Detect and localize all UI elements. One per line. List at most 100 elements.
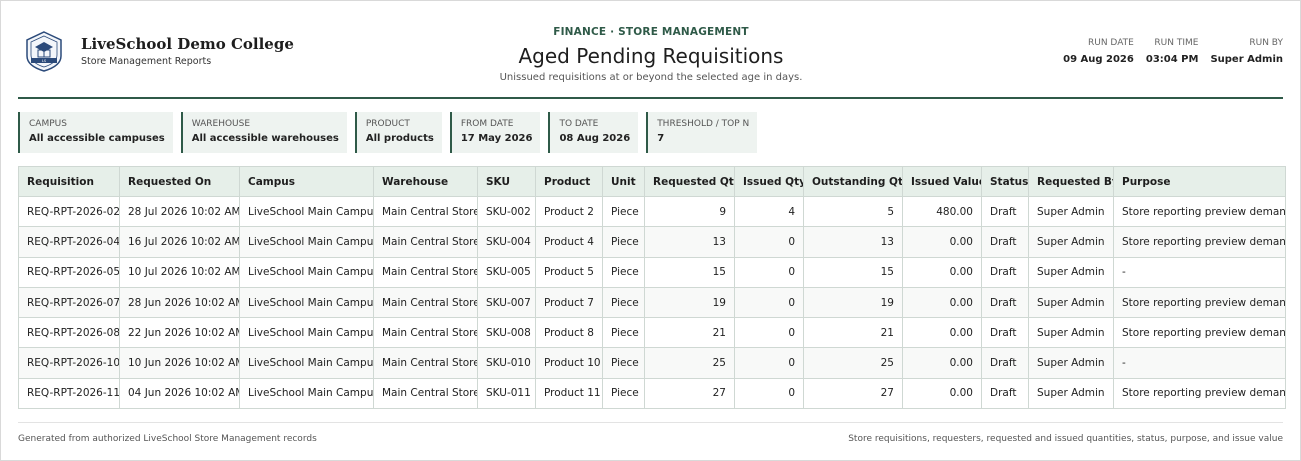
run-by-value: Super Admin — [1210, 54, 1283, 65]
table-row: REQ-RPT-2026-02 28 Jul 2026 10:02 AM LiveS… — [18, 195, 1286, 228]
cell-issued-qty: 4 — [734, 195, 804, 228]
cell-status: Draft — [981, 317, 1029, 349]
cell-sku: SKU-010 — [477, 347, 536, 379]
column-header-sku: SKU — [477, 166, 536, 197]
cell-campus: LiveSchool Main Campus — [239, 286, 374, 319]
cell-product: Product 5 — [535, 256, 603, 288]
cell-issued-qty: 0 — [734, 226, 804, 258]
cell-sku: SKU-005 — [477, 256, 536, 288]
cell-purpose: Store reporting preview demand — [1113, 377, 1286, 410]
column-header-outstanding-qty: Outstanding Qty — [803, 166, 903, 197]
cell-unit: Piece — [602, 195, 645, 228]
cell-unit: Piece — [602, 377, 645, 410]
cell-product: Product 7 — [535, 286, 603, 319]
cell-purpose: - — [1113, 347, 1286, 379]
filter-label: FROM DATE — [460, 119, 514, 129]
cell-requested-by: Super Admin — [1028, 286, 1114, 319]
column-header-requested-qty: Requested Qty — [644, 166, 735, 197]
cell-status: Draft — [981, 226, 1029, 258]
cell-issued-qty: 0 — [734, 286, 804, 319]
cell-warehouse: Main Central Store — [373, 195, 478, 228]
cell-product: Product 8 — [535, 317, 603, 349]
table-row: REQ-RPT-2026-07 28 Jun 2026 10:02 AM LiveS… — [18, 286, 1286, 319]
table-row: REQ-RPT-2026-11 04 Jun 2026 10:02 AM LiveS… — [18, 377, 1286, 410]
run-time-label: RUN TIME — [1154, 38, 1199, 48]
cell-purpose: - — [1113, 256, 1286, 288]
cell-requested-on: 10 Jun 2026 10:02 AM — [119, 347, 240, 379]
cell-requested-by: Super Admin — [1028, 347, 1114, 379]
table-row: REQ-RPT-2026-08 22 Jun 2026 10:02 AM LiveS… — [18, 317, 1286, 349]
cell-requested-on: 28 Jul 2026 10:02 AM — [119, 195, 240, 228]
table-header-row: Requisition Requested On Campus Warehouse SK… — [18, 166, 1286, 197]
cell-issued-qty: 0 — [734, 347, 804, 379]
college-crest-icon: LS — [24, 30, 64, 72]
column-header-warehouse: Warehouse — [373, 166, 478, 197]
column-header-requested-by: Requested By — [1028, 166, 1114, 197]
cell-outstanding-qty: 15 — [803, 256, 903, 288]
cell-requested-on: 16 Jul 2026 10:02 AM — [119, 226, 240, 258]
requisitions-table: Requisition Requested On Campus Warehouse SK… — [18, 166, 1286, 410]
cell-outstanding-qty: 5 — [803, 195, 903, 228]
filter-campus: CAMPUS All accessible campuses — [18, 112, 173, 153]
filter-value: All products — [365, 133, 434, 144]
cell-issued-value: 0.00 — [902, 286, 982, 319]
run-by: RUN BY Super Admin — [1210, 38, 1283, 65]
filter-value: 17 May 2026 — [460, 133, 533, 144]
report-subtitle: Unissued requisitions at or beyond the s… — [499, 72, 803, 83]
report-title: Aged Pending Requisitions — [518, 44, 784, 68]
cell-outstanding-qty: 21 — [803, 317, 903, 349]
column-header-unit: Unit — [602, 166, 645, 197]
filter-value: All accessible campuses — [29, 133, 165, 144]
filter-label: PRODUCT — [365, 119, 410, 129]
requisitions-table-wrap: Requisition Requested On Campus Warehouse SK… — [18, 166, 1286, 410]
filter-threshold: THRESHOLD / TOP N 7 — [646, 112, 758, 153]
cell-requested-qty: 27 — [644, 377, 735, 410]
report-page: LS LiveSchool Demo College Store Managem… — [0, 0, 1301, 461]
svg-text:LS: LS — [42, 59, 47, 63]
cell-requested-by: Super Admin — [1028, 195, 1114, 228]
cell-requested-by: Super Admin — [1028, 317, 1114, 349]
cell-requested-on: 10 Jul 2026 10:02 AM — [119, 256, 240, 288]
cell-issued-value: 480.00 — [902, 195, 982, 228]
cell-campus: LiveSchool Main Campus — [239, 377, 374, 410]
cell-outstanding-qty: 25 — [803, 347, 903, 379]
cell-sku: SKU-008 — [477, 317, 536, 349]
cell-outstanding-qty: 19 — [803, 286, 903, 319]
footer-scope-note: Store requisitions, requesters, requeste… — [848, 434, 1283, 444]
cell-issued-value: 0.00 — [902, 256, 982, 288]
college-name: LiveSchool Demo College — [81, 35, 294, 53]
cell-requested-qty: 9 — [644, 195, 735, 228]
cell-status: Draft — [981, 347, 1029, 379]
cell-unit: Piece — [602, 226, 645, 258]
cell-product: Product 4 — [535, 226, 603, 258]
cell-purpose: Store reporting preview demand — [1113, 317, 1286, 349]
cell-requested-qty: 25 — [644, 347, 735, 379]
table-row: REQ-RPT-2026-05 10 Jul 2026 10:02 AM LiveS… — [18, 256, 1286, 288]
filter-warehouse: WAREHOUSE All accessible warehouses — [180, 112, 347, 153]
report-eyebrow: FINANCE · STORE MANAGEMENT — [553, 26, 749, 38]
run-time: RUN TIME 03:04 PM — [1146, 38, 1199, 65]
cell-warehouse: Main Central Store — [373, 286, 478, 319]
cell-unit: Piece — [602, 347, 645, 379]
cell-outstanding-qty: 13 — [803, 226, 903, 258]
cell-issued-value: 0.00 — [902, 377, 982, 410]
cell-requested-qty: 13 — [644, 226, 735, 258]
cell-sku: SKU-002 — [477, 195, 536, 228]
filter-label: WAREHOUSE — [191, 119, 251, 129]
cell-warehouse: Main Central Store — [373, 317, 478, 349]
filter-value: All accessible warehouses — [191, 133, 339, 144]
cell-requisition: REQ-RPT-2026-02 — [18, 195, 120, 228]
cell-campus: LiveSchool Main Campus — [239, 226, 374, 258]
column-header-campus: Campus — [239, 166, 374, 197]
cell-status: Draft — [981, 256, 1029, 288]
cell-issued-value: 0.00 — [902, 226, 982, 258]
cell-purpose: Store reporting preview demand — [1113, 286, 1286, 319]
cell-sku: SKU-007 — [477, 286, 536, 319]
cell-requisition: REQ-RPT-2026-11 — [18, 377, 120, 410]
run-by-label: RUN BY — [1249, 38, 1283, 48]
cell-requested-on: 04 Jun 2026 10:02 AM — [119, 377, 240, 410]
run-time-value: 03:04 PM — [1145, 54, 1199, 65]
cell-product: Product 11 — [535, 377, 603, 410]
table-body: REQ-RPT-2026-02 28 Jul 2026 10:02 AM LiveS… — [18, 195, 1286, 410]
column-header-status: Status — [981, 166, 1029, 197]
